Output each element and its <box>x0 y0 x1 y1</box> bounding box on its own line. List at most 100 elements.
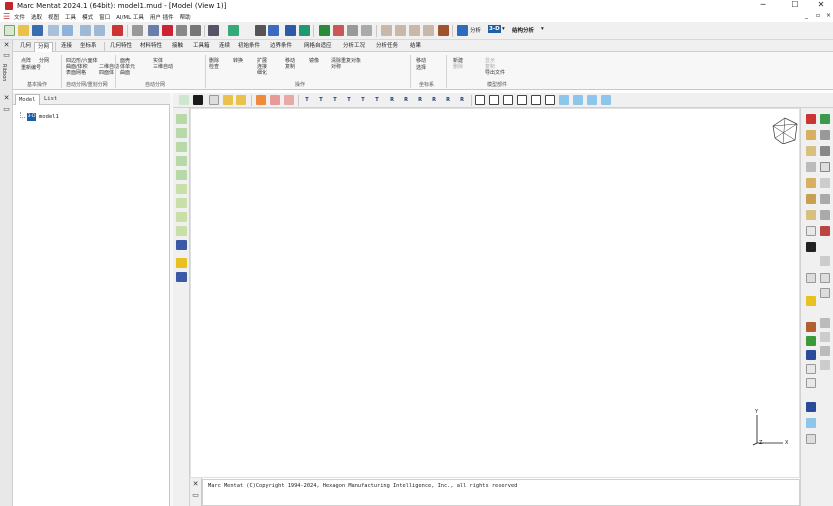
view-side-icon[interactable] <box>503 95 513 105</box>
menu-view[interactable]: 视图 <box>48 13 59 21</box>
rotate-x-neg-button[interactable]: R <box>387 95 397 105</box>
paste-icon[interactable] <box>62 25 73 36</box>
menu-plugins[interactable]: 用户 插件 <box>150 13 174 21</box>
grid-icon[interactable] <box>132 25 143 36</box>
mode-3d-button[interactable]: 3-D <box>488 25 501 33</box>
right-tool-icon-18[interactable] <box>820 256 830 266</box>
ribbon-duplicate-button[interactable]: 复制 <box>285 63 295 70</box>
right-tool-icon-13[interactable] <box>806 210 816 220</box>
table-icon[interactable] <box>190 25 201 36</box>
ribbon-point-button[interactable]: 点阵 <box>21 57 31 64</box>
analysis-class-dropdown-icon[interactable]: ▾ <box>541 26 544 32</box>
line-style-icon[interactable] <box>255 25 266 36</box>
right-tool-icon-10[interactable] <box>820 178 830 188</box>
right-tool-icon-23[interactable] <box>820 318 830 328</box>
mdi-minimize-button[interactable]: _ <box>805 12 808 19</box>
menu-tools[interactable]: 工具 <box>65 13 76 21</box>
ribbon-coord-move-button[interactable]: 移动 <box>416 57 426 64</box>
save-icon[interactable] <box>32 25 43 36</box>
rotate-x-pos-button[interactable]: R <box>401 95 411 105</box>
select-tool-icon-2[interactable] <box>176 128 187 138</box>
pin-icon[interactable]: ▭ <box>2 105 11 114</box>
right-tool-icon-20[interactable] <box>820 273 830 283</box>
clear-icon[interactable] <box>284 95 294 105</box>
ribbon-refine-button[interactable]: 细化 <box>257 69 267 76</box>
tab-list[interactable]: List <box>41 94 60 105</box>
tab-coordinate[interactable]: 坐标系 <box>77 42 100 52</box>
translate-y-pos-button[interactable]: T <box>344 95 354 105</box>
right-tool-icon-17[interactable] <box>806 242 816 252</box>
pin-icon[interactable]: ▭ <box>191 491 200 500</box>
record-icon[interactable] <box>162 25 173 36</box>
dots-grid-icon[interactable] <box>319 25 330 36</box>
right-tool-icon-14[interactable] <box>820 210 830 220</box>
translate-z-neg-button[interactable]: T <box>358 95 368 105</box>
copy-icon[interactable] <box>48 25 59 36</box>
menu-icon[interactable]: ☰ <box>3 12 11 21</box>
view-light-1-icon[interactable] <box>559 95 569 105</box>
reset-view-icon[interactable] <box>256 95 266 105</box>
pan-icon[interactable] <box>223 95 233 105</box>
select-tool-icon-6[interactable] <box>176 184 187 194</box>
list-icon[interactable] <box>176 25 187 36</box>
ribbon-mirror-button[interactable]: 镜像 <box>309 57 319 64</box>
tab-mesh[interactable]: 分网 <box>34 42 54 52</box>
tab-geometric-properties[interactable]: 几何特性 <box>107 42 135 52</box>
redo-icon[interactable] <box>94 25 105 36</box>
analysis-class-label[interactable]: 结构分析 <box>512 26 534 34</box>
view-iso-icon[interactable] <box>517 95 527 105</box>
view-light-4-icon[interactable] <box>601 95 611 105</box>
close-icon[interactable]: ✕ <box>2 41 11 50</box>
right-tool-icon-26[interactable] <box>806 336 816 346</box>
select-tool-icon-1[interactable] <box>176 114 187 124</box>
view-iso2-icon[interactable] <box>531 95 541 105</box>
right-tool-icon-7[interactable] <box>806 162 816 172</box>
layers-icon[interactable] <box>361 25 372 36</box>
minimize-button[interactable]: ─ <box>752 0 774 11</box>
menu-aiml[interactable]: AI/ML 工具 <box>116 13 144 21</box>
flash-icon[interactable] <box>176 258 187 268</box>
tab-material-properties[interactable]: 材料特性 <box>137 42 165 52</box>
right-tool-icon-3[interactable] <box>806 130 816 140</box>
menu-mode[interactable]: 模式 <box>82 13 93 21</box>
mdi-restore-button[interactable]: ▫ <box>816 12 820 19</box>
select-arrow-icon[interactable] <box>208 25 219 36</box>
analysis-label[interactable]: 分析 <box>470 26 481 34</box>
close-icon[interactable]: ✕ <box>2 94 11 103</box>
view-cube-icon[interactable] <box>771 114 799 144</box>
undo-icon[interactable] <box>80 25 91 36</box>
right-tool-icon-33[interactable] <box>806 418 816 428</box>
ribbon-3d-auto-button[interactable]: 三维自动 <box>153 63 173 70</box>
right-tool-icon-16[interactable] <box>820 226 830 236</box>
right-tool-icon-1[interactable] <box>806 114 816 124</box>
right-tool-icon-11[interactable] <box>806 194 816 204</box>
menu-select[interactable]: 选取 <box>31 13 42 21</box>
right-tool-icon-22[interactable] <box>820 288 830 298</box>
ribbon-convert-button[interactable]: 转换 <box>233 57 243 64</box>
right-tool-icon-9[interactable] <box>806 178 816 188</box>
rotate-y-neg-button[interactable]: R <box>415 95 425 105</box>
close-icon[interactable]: ✕ <box>191 480 200 489</box>
mdi-close-button[interactable]: × <box>826 12 831 19</box>
select-tool-icon-3[interactable] <box>176 142 187 152</box>
rotate-icon[interactable] <box>236 95 246 105</box>
right-tool-icon-28[interactable] <box>806 350 816 360</box>
tab-geometry[interactable]: 几何 <box>17 42 34 52</box>
tab-contact[interactable]: 接触 <box>169 42 186 52</box>
open-file-icon[interactable] <box>18 25 29 36</box>
right-tool-icon-32[interactable] <box>806 402 816 412</box>
ribbon-renumber-button[interactable]: 重新编号 <box>21 64 41 71</box>
menu-window[interactable]: 窗口 <box>99 13 110 21</box>
zoom-box-icon[interactable] <box>193 95 203 105</box>
tab-links[interactable]: 连接 <box>58 42 75 52</box>
right-tool-icon-30[interactable] <box>806 364 816 374</box>
ribbon-export-part-button[interactable]: 导出文件 <box>485 69 505 76</box>
translate-y-neg-button[interactable]: T <box>330 95 340 105</box>
tab-results[interactable]: 结果 <box>407 42 424 52</box>
right-tool-icon-12[interactable] <box>820 194 830 204</box>
right-tool-icon-31[interactable] <box>806 378 816 388</box>
render-icon[interactable] <box>299 25 310 36</box>
list-select-icon[interactable] <box>176 240 187 250</box>
right-tool-icon-4[interactable] <box>820 130 830 140</box>
ruler-icon[interactable] <box>148 25 159 36</box>
